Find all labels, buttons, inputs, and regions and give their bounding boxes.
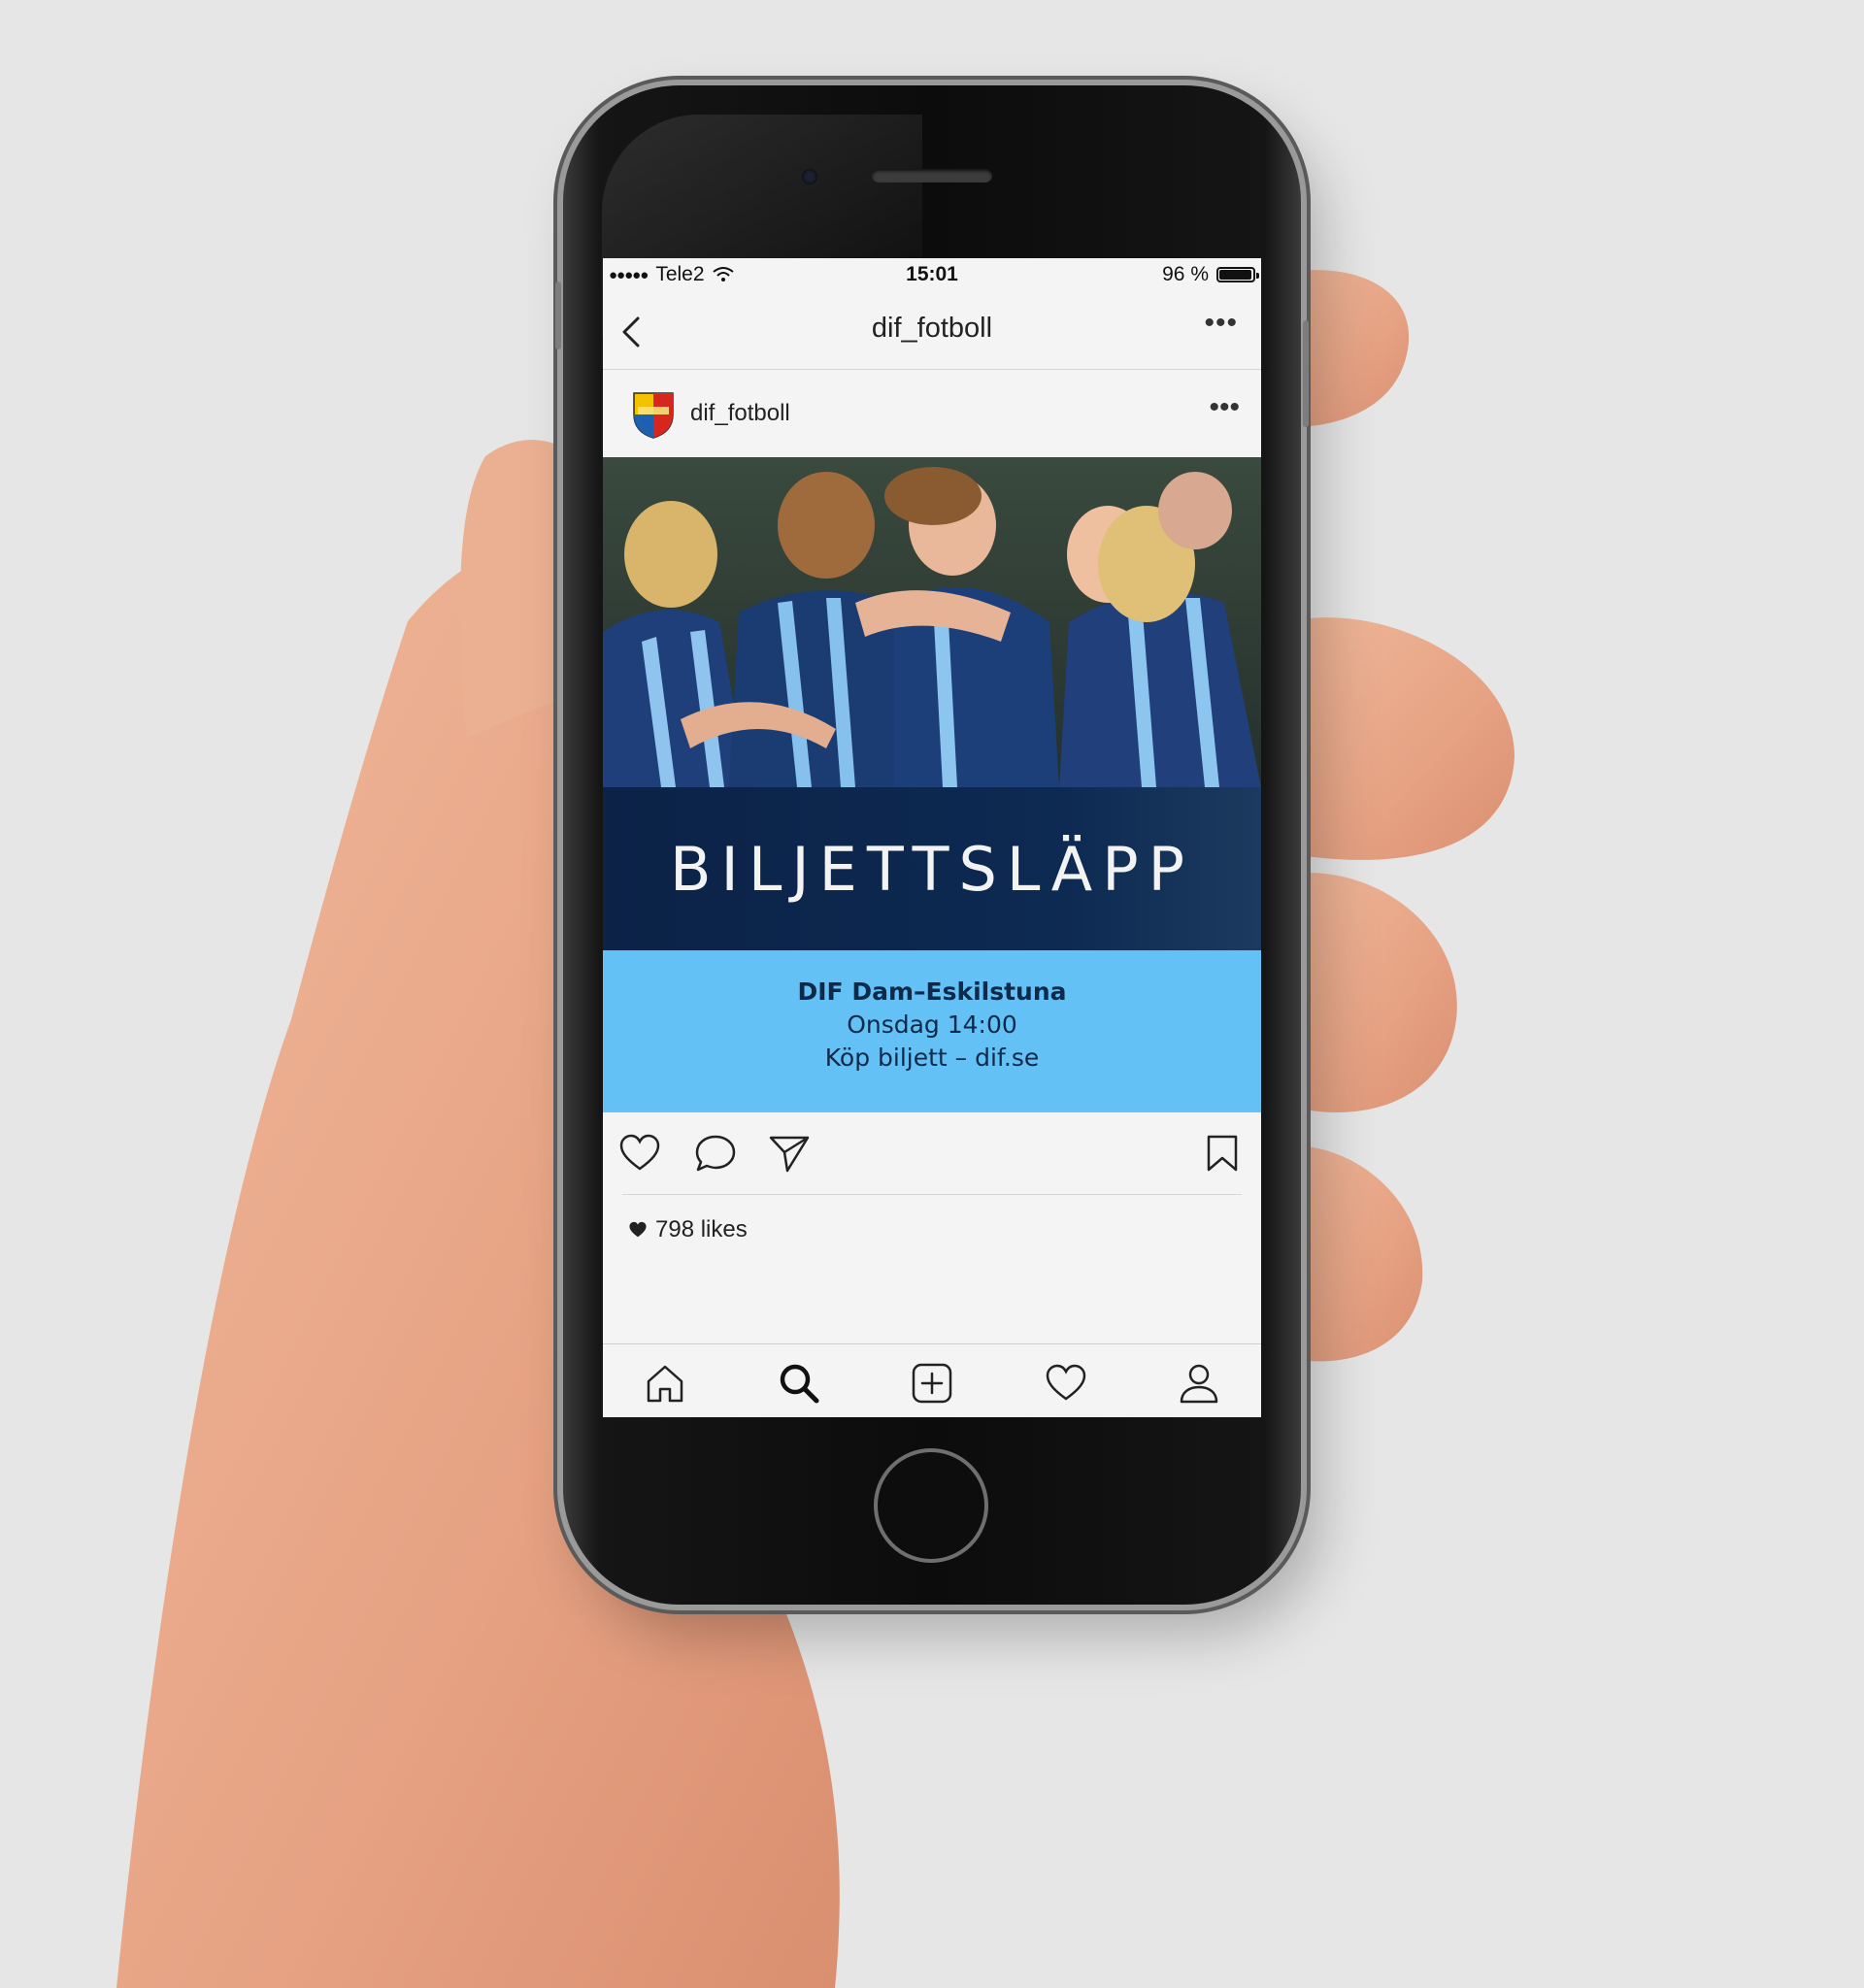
power-button[interactable] bbox=[1303, 320, 1309, 427]
post-actions bbox=[603, 1112, 1261, 1193]
battery-fill bbox=[1219, 270, 1251, 280]
match-time: Onsdag 14:00 bbox=[847, 1011, 1017, 1039]
status-bar: ●●●●● Tele2 15:01 96 % bbox=[603, 258, 1261, 291]
home-button[interactable] bbox=[874, 1448, 988, 1563]
add-icon[interactable] bbox=[911, 1362, 953, 1405]
comment-icon[interactable] bbox=[694, 1134, 737, 1173]
likes-count: 798 likes bbox=[655, 1216, 748, 1242]
nav-bar: dif_fotboll ••• bbox=[603, 291, 1261, 370]
earpiece bbox=[872, 169, 992, 182]
search-icon[interactable] bbox=[778, 1362, 820, 1405]
actions-divider bbox=[622, 1194, 1242, 1195]
post-header: dif_fotboll ••• bbox=[603, 370, 1261, 457]
post-photo bbox=[603, 457, 1261, 787]
post-more-button[interactable]: ••• bbox=[1209, 391, 1240, 424]
post-username[interactable]: dif_fotboll bbox=[690, 400, 790, 427]
profile-icon[interactable] bbox=[1178, 1362, 1220, 1405]
battery-percent: 96 % bbox=[1162, 263, 1209, 285]
heart-icon[interactable] bbox=[618, 1134, 661, 1173]
club-crest-avatar[interactable] bbox=[632, 389, 675, 440]
activity-icon[interactable] bbox=[1045, 1362, 1087, 1405]
home-icon[interactable] bbox=[644, 1362, 686, 1405]
battery-icon bbox=[1216, 267, 1259, 282]
like-count-heart-icon bbox=[629, 1221, 647, 1238]
status-right: 96 % bbox=[1162, 263, 1259, 286]
match-title: DIF Dam–Eskilstuna bbox=[797, 977, 1067, 1006]
bookmark-icon[interactable] bbox=[1201, 1134, 1244, 1173]
post-headline: BILJETTSLÄPP bbox=[603, 787, 1261, 950]
nav-title: dif_fotboll bbox=[871, 313, 993, 344]
share-icon[interactable] bbox=[768, 1134, 811, 1173]
nav-more-button[interactable]: ••• bbox=[1204, 307, 1238, 340]
tab-bar bbox=[603, 1343, 1261, 1417]
front-camera bbox=[802, 169, 817, 184]
likes-row[interactable]: 798 likes bbox=[628, 1216, 748, 1243]
match-cta: Köp biljett – dif.se bbox=[824, 1044, 1040, 1072]
volume-button[interactable] bbox=[555, 282, 561, 349]
battery-tip bbox=[1256, 273, 1259, 279]
match-info: DIF Dam–Eskilstuna Onsdag 14:00 Köp bilj… bbox=[603, 950, 1261, 1112]
screen: ●●●●● Tele2 15:01 96 % dif_fotboll ••• d… bbox=[603, 258, 1261, 1417]
